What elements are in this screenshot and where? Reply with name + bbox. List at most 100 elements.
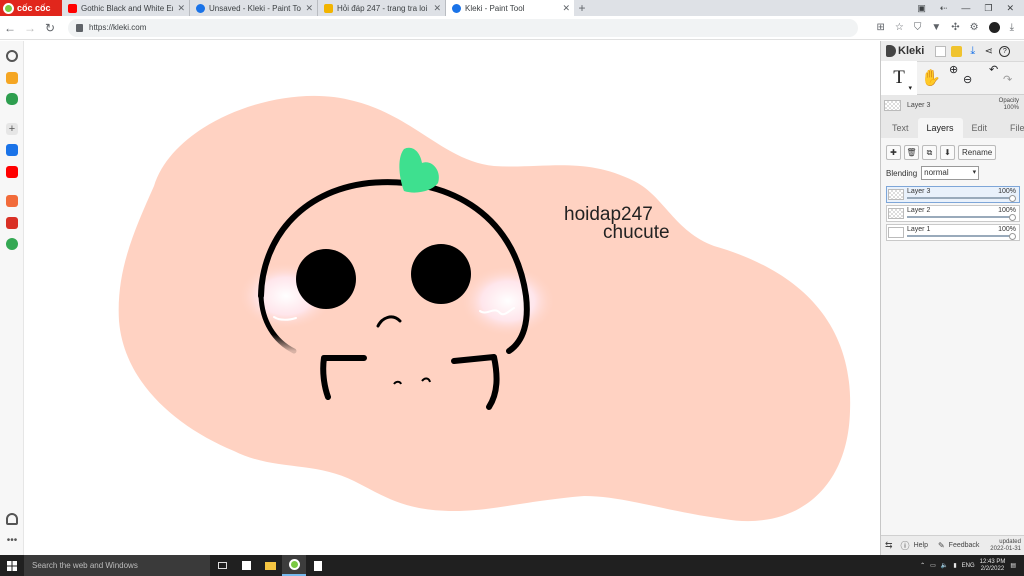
slider-knob[interactable] (1009, 195, 1016, 202)
layer-item-2[interactable]: Layer 2 100% (886, 205, 1020, 222)
layer-opacity-slider[interactable] (907, 197, 1013, 199)
merge-layer-icon[interactable]: ⬇ (940, 145, 955, 160)
open-folder-icon[interactable] (951, 45, 963, 57)
profile-avatar[interactable] (988, 22, 1000, 33)
app-shortcut-icon[interactable] (6, 195, 18, 207)
file-explorer-icon[interactable] (258, 555, 282, 576)
help-circle-icon[interactable]: ? (999, 45, 1011, 57)
swap-side-icon[interactable]: ⇆ (885, 540, 893, 551)
browser-tab-1[interactable]: Gothic Black and White Endi ✕ (62, 0, 190, 16)
slider-knob[interactable] (1009, 233, 1016, 240)
window-controls: ▣ ⇠ — ❐ ✕ (917, 0, 1024, 16)
gamepad-icon[interactable] (6, 93, 18, 105)
close-tab-icon[interactable]: ✕ (433, 3, 441, 14)
coccoc-menu-button[interactable]: cốc cốc (0, 0, 62, 16)
bookmark-star-icon[interactable]: ☆ (895, 22, 904, 33)
tab-layers[interactable]: Layers (917, 118, 963, 138)
feedback-icon[interactable]: ✎ (938, 541, 945, 550)
panel-tabs: Text Layers Edit File (881, 118, 1024, 138)
help-link[interactable]: Help (914, 542, 928, 549)
browser-tab-3[interactable]: Hỏi đáp 247 - trang tra loi ✕ (318, 0, 446, 16)
address-bar[interactable]: https://kleki.com (68, 18, 858, 37)
zoom-out-icon[interactable]: ⊖ (963, 73, 972, 86)
back-arrow-icon[interactable]: ⇠ (940, 3, 948, 14)
clock-date: 2/2/2022 (980, 565, 1005, 572)
delete-layer-icon[interactable]: 🗑 (904, 145, 919, 160)
layer-item-3[interactable]: Layer 3 100% (886, 186, 1020, 203)
layer-opacity-slider[interactable] (907, 235, 1013, 237)
zoom-in-icon[interactable]: ⊕ (949, 63, 958, 76)
help-circle-icon[interactable]: ⓘ (901, 539, 910, 552)
new-image-icon[interactable] (935, 45, 947, 57)
battery-icon[interactable]: ▮ (953, 562, 956, 569)
new-tab-button[interactable]: + (574, 0, 590, 16)
browser-tab-2[interactable]: Unsaved - Kleki - Paint Tool ✕ (190, 0, 318, 16)
drawing-canvas[interactable]: hoidap247 chucute (24, 41, 880, 555)
tab-file[interactable]: File (1001, 118, 1024, 138)
language-indicator[interactable]: ENG (962, 563, 975, 569)
back-button[interactable]: ← (0, 21, 20, 35)
taskbar-search-box[interactable]: Search the web and Windows (24, 555, 210, 576)
chevron-up-icon[interactable]: ⌃ (920, 562, 925, 569)
blending-select[interactable]: normal ▾ (921, 166, 980, 180)
add-layer-icon[interactable]: ✚ (886, 145, 901, 160)
rename-button[interactable]: Rename (958, 145, 997, 160)
shield-icon[interactable]: ⛉ (914, 22, 922, 33)
kleki-logo[interactable]: Kleki (886, 45, 924, 57)
browser-sidebar: + ••• (0, 41, 24, 555)
store-icon[interactable] (234, 555, 258, 576)
translate-icon[interactable]: ⊞ (876, 22, 884, 33)
clock[interactable]: 12:43 PM 2/2/2022 (980, 559, 1006, 573)
task-view-icon[interactable] (210, 555, 234, 576)
forward-button[interactable]: → (20, 21, 40, 35)
download-box-icon[interactable]: ▼ (931, 22, 941, 33)
volume-icon[interactable]: 🔈 (941, 562, 948, 569)
kleki-shortcut-icon[interactable] (6, 144, 18, 156)
current-layer-name: Layer 3 (907, 101, 931, 109)
network-icon[interactable]: ▭ (930, 562, 936, 569)
tab-edit[interactable]: Edit (963, 118, 997, 138)
slider-knob[interactable] (1009, 214, 1016, 221)
minimize-button[interactable]: — (961, 3, 970, 13)
brand-label: cốc cốc (17, 3, 51, 13)
app-shortcut-icon[interactable] (6, 217, 18, 229)
downloads-icon[interactable]: ⤓ (1010, 22, 1014, 33)
tab-text[interactable]: Text (883, 118, 918, 138)
chevron-down-icon: ▾ (972, 169, 977, 176)
maximize-button[interactable]: ❐ (984, 3, 992, 14)
close-tab-icon[interactable]: ✕ (305, 3, 313, 14)
add-shortcut-icon[interactable]: + (6, 123, 18, 135)
layer-thumbnail (888, 208, 904, 219)
text-tool-button[interactable]: T ▾ (881, 61, 917, 95)
kleki-side-panel: Kleki ⤓ ⋖ ? T ▾ ✋ ⊕ ⊖ ↶ ↷ Layer 3 Opacit… (880, 41, 1024, 555)
document-icon[interactable] (306, 555, 330, 576)
close-window-button[interactable]: ✕ (1006, 3, 1014, 14)
feedback-link[interactable]: Feedback (949, 542, 980, 549)
start-button[interactable] (0, 555, 24, 576)
reload-button[interactable]: ↻ (40, 21, 60, 35)
youtube-shortcut-icon[interactable] (6, 166, 18, 178)
layer-item-1[interactable]: Layer 1 100% (886, 224, 1020, 241)
crown-icon[interactable] (6, 72, 18, 84)
chevron-down-icon[interactable]: ▾ (908, 84, 912, 92)
share-icon[interactable]: ⋖ (983, 46, 994, 57)
extensions-icon[interactable]: ✣ (951, 22, 959, 33)
notifications-icon[interactable]: ▤ (1010, 562, 1016, 569)
coccoc-taskbar-icon[interactable] (282, 555, 306, 576)
more-icon[interactable]: ••• (6, 535, 18, 547)
bell-icon[interactable] (6, 513, 18, 525)
browser-tab-4-active[interactable]: Kleki - Paint Tool ✕ (446, 0, 574, 16)
close-tab-icon[interactable]: ✕ (562, 3, 570, 14)
app-shortcut-icon[interactable] (6, 238, 18, 250)
save-download-icon[interactable]: ⤓ (967, 45, 978, 57)
close-tab-icon[interactable]: ✕ (177, 3, 185, 14)
redo-icon[interactable]: ↷ (1003, 73, 1012, 86)
hand-tool-icon[interactable]: ✋ (917, 68, 945, 88)
duplicate-layer-icon[interactable]: ⧉ (922, 145, 937, 160)
history-icon[interactable] (6, 50, 18, 62)
tab-search-icon[interactable]: ▣ (917, 3, 926, 14)
undo-icon[interactable]: ↶ (989, 63, 998, 76)
puzzle-icon[interactable]: ⚙ (970, 22, 979, 33)
layer-opacity-slider[interactable] (907, 216, 1013, 218)
tab-title: Hỏi đáp 247 - trang tra loi (337, 3, 428, 13)
